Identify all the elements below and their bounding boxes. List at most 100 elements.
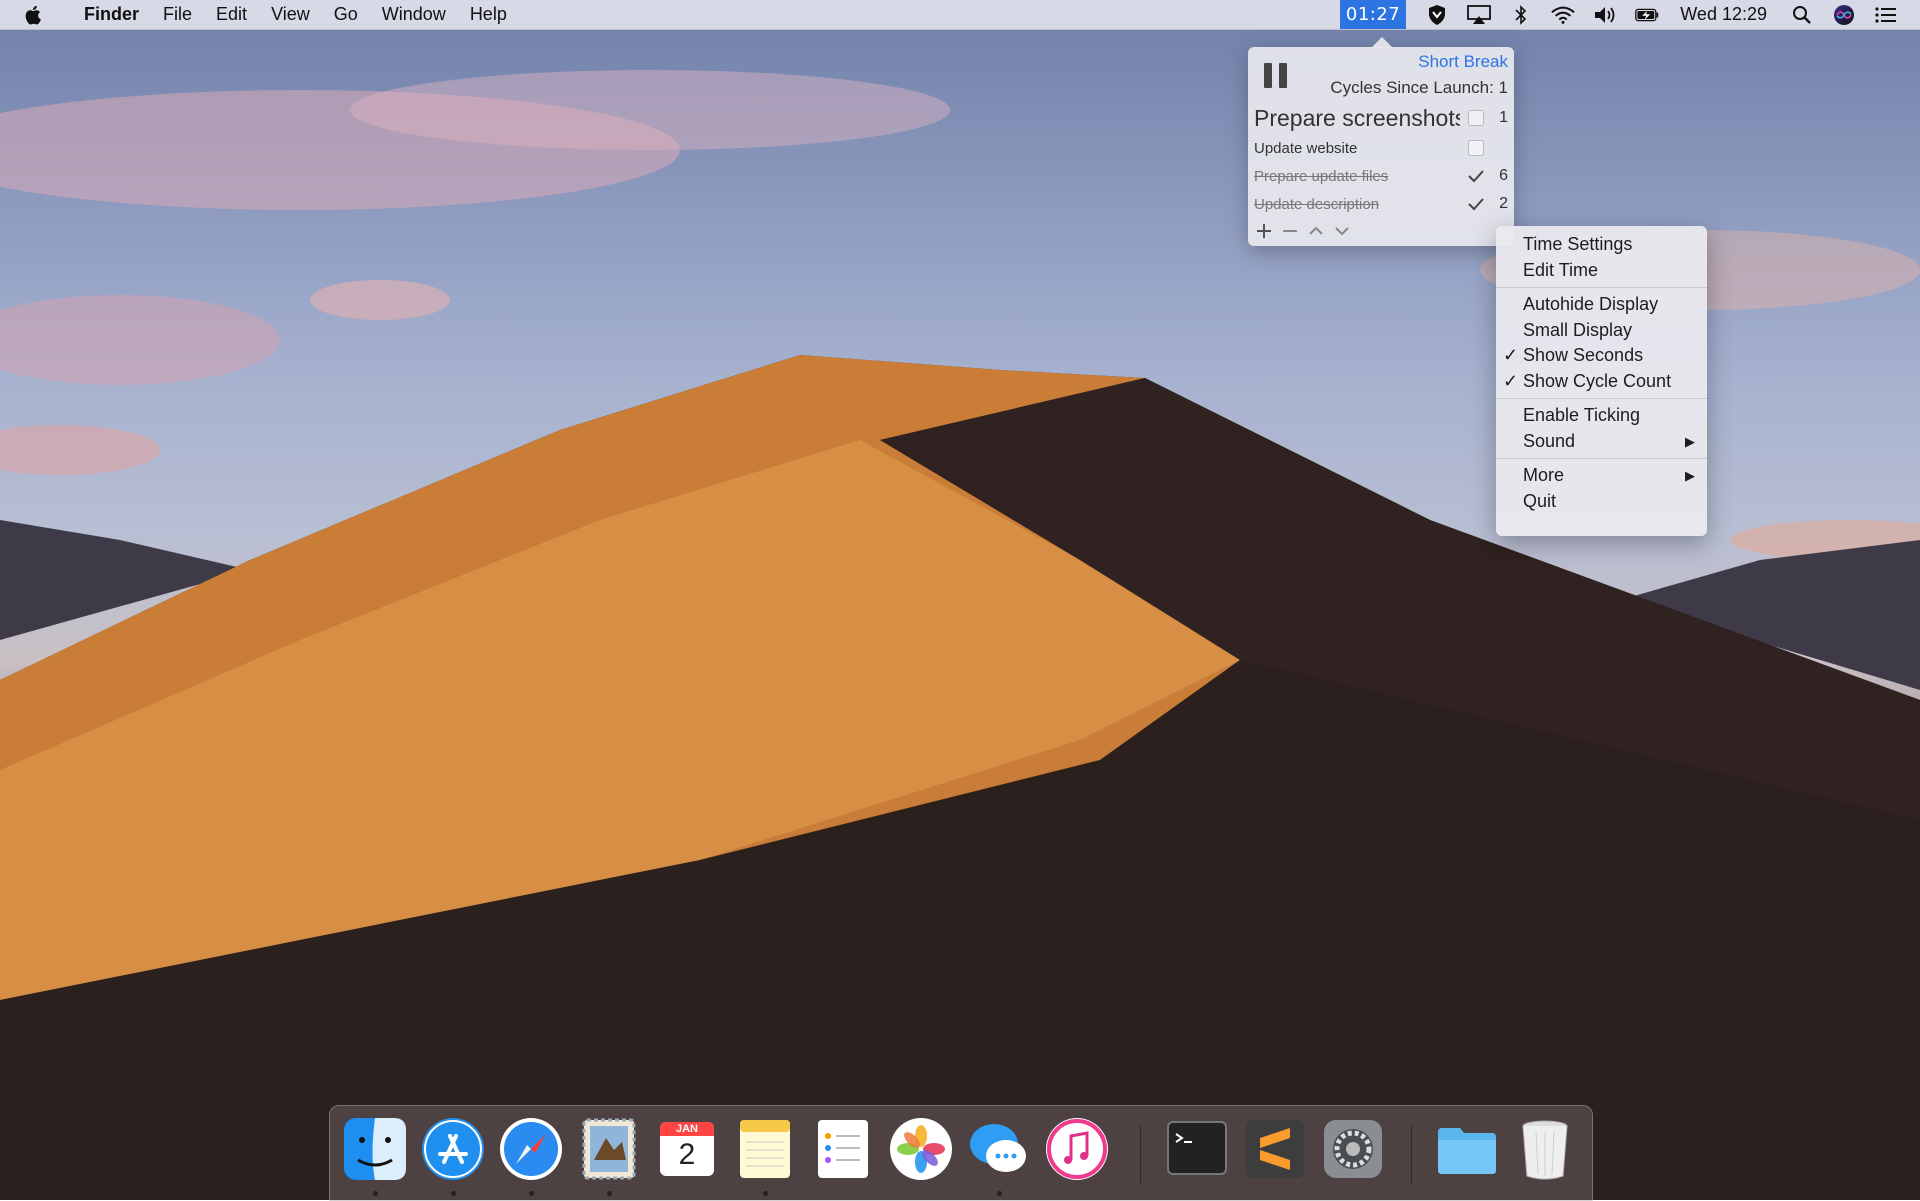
search-icon[interactable] — [1790, 3, 1814, 27]
menu-item-show-seconds[interactable]: ✓ Show Seconds — [1496, 343, 1707, 369]
dock-separator — [1140, 1126, 1141, 1184]
dock-separator — [1411, 1126, 1412, 1184]
submenu-arrow-icon: ▶ — [1685, 433, 1695, 449]
pause-bar-left — [1264, 63, 1272, 88]
pause-button[interactable] — [1264, 63, 1290, 89]
cycle-count-label: Cycles Since Launch: 1 — [1330, 78, 1508, 97]
menu-item-enable-ticking[interactable]: Enable Ticking — [1496, 403, 1707, 429]
calendar-day: 2 — [678, 1138, 696, 1171]
photos-icon[interactable] — [888, 1116, 954, 1182]
running-indicator — [451, 1191, 456, 1196]
menu-item-label: Enable Ticking — [1523, 405, 1641, 425]
menu-item-show-cycle-count[interactable]: ✓ Show Cycle Count — [1496, 369, 1707, 395]
task-checkbox[interactable] — [1468, 140, 1484, 156]
menu-item-label: Small Display — [1523, 319, 1633, 340]
task-checkmark-icon[interactable] — [1468, 196, 1484, 212]
running-indicator — [607, 1191, 612, 1196]
menu-item-label: Sound — [1523, 430, 1576, 451]
system-preferences-icon[interactable] — [1320, 1116, 1386, 1182]
menu-app-name[interactable]: Finder — [72, 0, 151, 29]
menu-window[interactable]: Window — [370, 0, 458, 29]
volume-icon[interactable] — [1593, 3, 1617, 27]
status-area: 01:27 Wed 12:29 — [1339, 0, 1920, 29]
menu-item-label: Autohide Display — [1523, 294, 1659, 314]
running-indicator — [997, 1191, 1002, 1196]
task-name[interactable]: Prepare update files — [1254, 168, 1460, 185]
checkmark-icon: ✓ — [1503, 370, 1519, 391]
task-count: 6 — [1499, 167, 1508, 184]
menu-edit[interactable]: Edit — [204, 0, 259, 29]
trash-icon[interactable] — [1512, 1116, 1578, 1182]
menu-bar: Finder File Edit View Go Window Help 01:… — [0, 0, 1920, 30]
menu-item-label: Time Settings — [1523, 234, 1633, 254]
notification-center-icon[interactable] — [1874, 3, 1898, 27]
mail-icon[interactable] — [576, 1116, 642, 1182]
menu-go[interactable]: Go — [322, 0, 370, 29]
task-name[interactable]: Update website — [1254, 140, 1460, 157]
task-row[interactable]: Update website — [1254, 135, 1508, 161]
pause-bar-right — [1279, 63, 1287, 88]
submenu-arrow-icon: ▶ — [1685, 468, 1695, 483]
task-name[interactable]: Prepare screenshots — [1254, 105, 1460, 132]
timer-popover: Short Break Cycles Since Launch: 1 Prepa… — [1248, 37, 1514, 246]
desert-dunes-image — [0, 70, 1920, 1200]
desktop-wallpaper — [0, 0, 1920, 1200]
checkmark-icon: ✓ — [1503, 345, 1519, 365]
messages-icon[interactable] — [966, 1116, 1032, 1182]
break-status-link[interactable]: Short Break — [1418, 52, 1508, 72]
privacy-shield-icon[interactable] — [1425, 3, 1449, 27]
menu-item-label: Quit — [1523, 490, 1557, 511]
notes-icon[interactable] — [732, 1116, 798, 1182]
add-icon[interactable] — [1254, 221, 1274, 241]
menu-view[interactable]: View — [259, 0, 322, 29]
menu-separator — [1496, 398, 1707, 399]
apple-menu-icon[interactable] — [24, 3, 52, 27]
menu-item-quit[interactable]: Quit — [1496, 489, 1707, 515]
task-checkmark-icon[interactable] — [1468, 168, 1484, 184]
menu-item-small-display[interactable]: Small Display — [1496, 318, 1707, 344]
app-store-icon[interactable] — [420, 1116, 486, 1182]
terminal-icon[interactable] — [1164, 1116, 1230, 1182]
task-count: 1 — [1499, 109, 1508, 126]
menu-item-edit-time[interactable]: Edit Time — [1496, 258, 1707, 284]
menu-separator — [1496, 287, 1707, 288]
finder-icon[interactable] — [342, 1116, 408, 1182]
remove-icon[interactable] — [1280, 221, 1300, 241]
safari-icon[interactable] — [498, 1116, 564, 1182]
menu-help[interactable]: Help — [458, 0, 519, 29]
menu-item-autohide-display[interactable]: Autohide Display — [1496, 292, 1707, 318]
sublime-text-icon[interactable] — [1242, 1116, 1308, 1182]
move-down-icon[interactable] — [1332, 221, 1352, 241]
task-name[interactable]: Update description — [1254, 196, 1460, 213]
calendar-icon[interactable]: JAN 2 — [654, 1116, 720, 1182]
task-row[interactable]: Prepare screenshots 1 — [1254, 105, 1508, 131]
battery-icon[interactable] — [1635, 3, 1659, 27]
bluetooth-icon[interactable] — [1509, 3, 1533, 27]
menubar-clock[interactable]: Wed 12:29 — [1668, 4, 1781, 25]
menu-item-label: Show Cycle Count — [1523, 370, 1672, 391]
settings-context-menu: Time Settings Edit Time Autohide Display… — [1496, 226, 1707, 536]
task-row[interactable]: Update description 2 — [1254, 191, 1508, 217]
menu-item-sound[interactable]: Sound ▶ — [1496, 429, 1707, 455]
move-up-icon[interactable] — [1306, 221, 1326, 241]
menu-item-time-settings[interactable]: Time Settings — [1496, 232, 1707, 258]
menu-item-label: Show Seconds — [1523, 345, 1644, 365]
wifi-icon[interactable] — [1551, 3, 1575, 27]
task-row[interactable]: Prepare update files 6 — [1254, 163, 1508, 189]
menu-item-label: More — [1523, 465, 1565, 485]
calendar-month: JAN — [675, 1123, 698, 1135]
task-checkbox[interactable] — [1468, 110, 1484, 126]
popover-arrow — [1371, 37, 1393, 48]
menu-item-label: Edit Time — [1523, 259, 1599, 280]
menu-item-more[interactable]: More ▶ — [1496, 463, 1707, 489]
dock: JAN 2 — [329, 1105, 1593, 1201]
folder-icon[interactable] — [1434, 1116, 1500, 1182]
itunes-icon[interactable] — [1044, 1116, 1110, 1182]
reminders-icon[interactable] — [810, 1116, 876, 1182]
task-toolbar — [1254, 221, 1352, 241]
timer-status-item[interactable]: 01:27 — [1339, 0, 1407, 29]
siri-icon[interactable] — [1832, 3, 1856, 27]
airplay-icon[interactable] — [1467, 3, 1492, 27]
menu-file[interactable]: File — [151, 0, 204, 29]
menu-separator — [1496, 458, 1707, 459]
